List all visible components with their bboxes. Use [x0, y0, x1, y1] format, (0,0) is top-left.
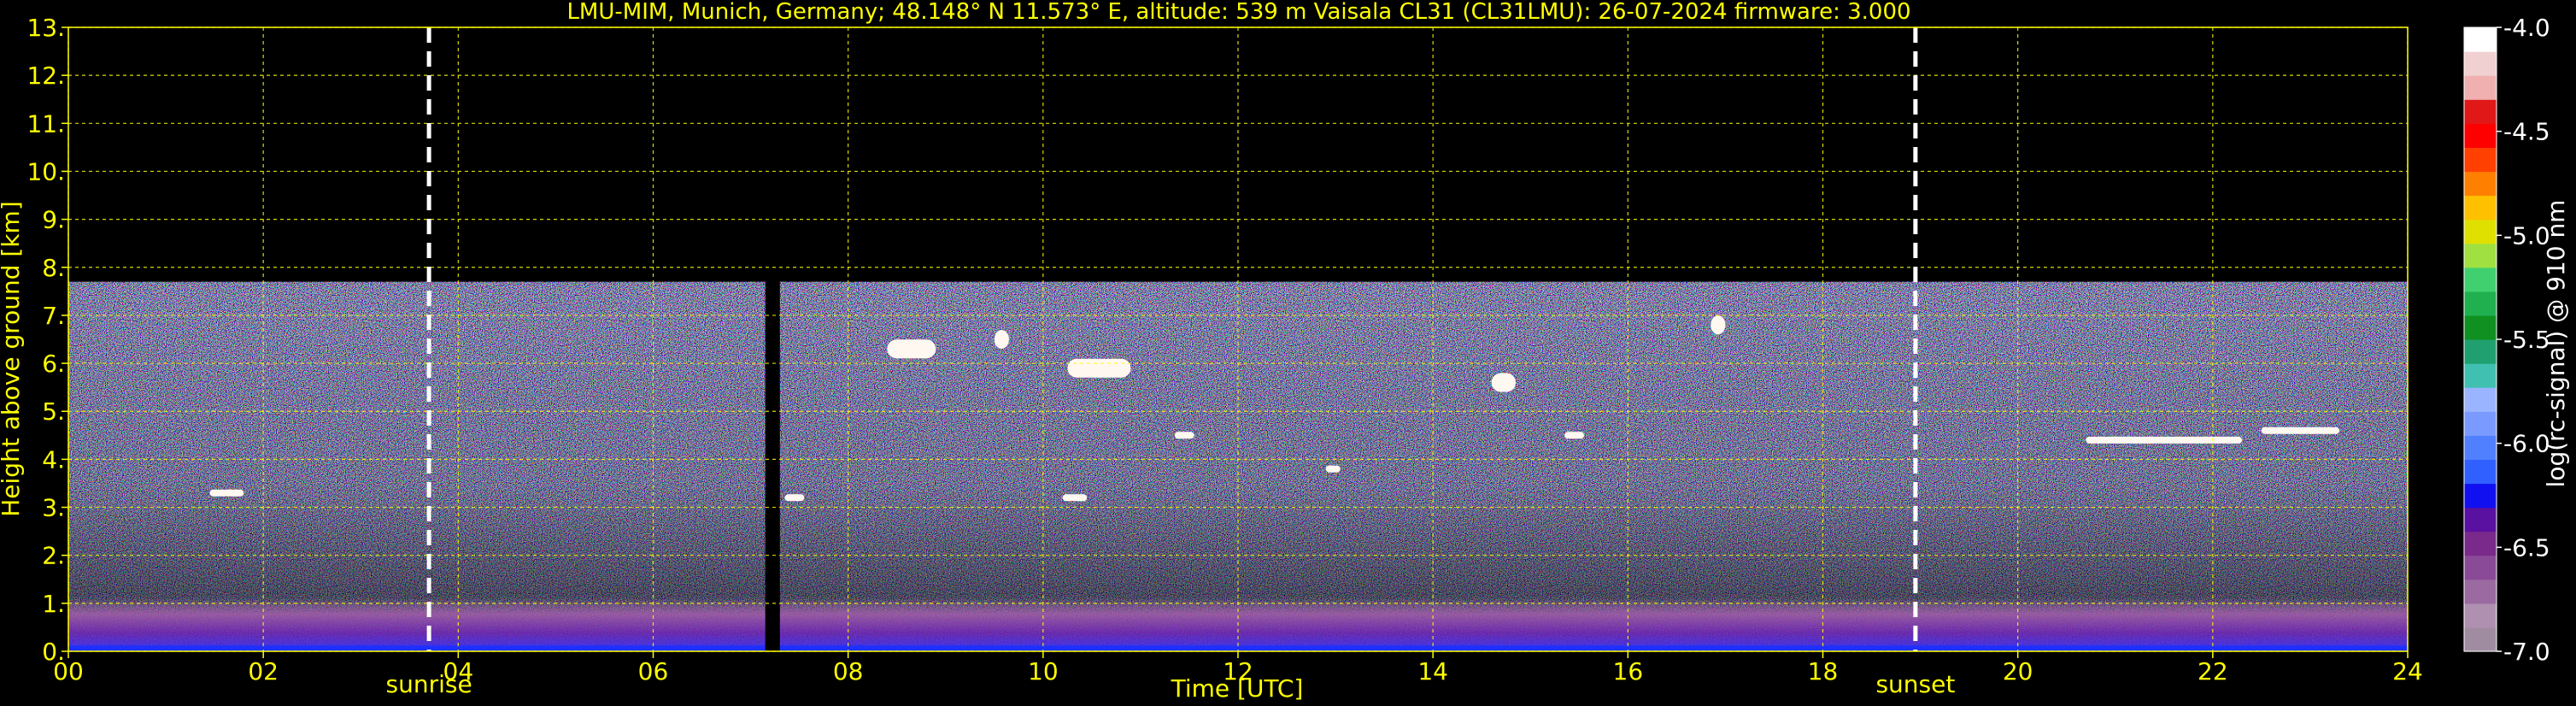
cloud-feature [2261, 427, 2340, 434]
y-tick-label: 1. [42, 590, 65, 618]
cloud-feature [1710, 315, 1726, 335]
cloud-feature [1174, 432, 1194, 439]
y-tick-label: 5. [42, 397, 65, 426]
cloud-feature [1067, 358, 1131, 378]
ceilometer-chart: LMU-MIM, Munich, Germany; 48.148° N 11.5… [0, 0, 2576, 706]
cloud-feature [887, 339, 936, 359]
x-tick-label: 08 [833, 657, 864, 685]
x-tick-label: 06 [638, 657, 669, 685]
y-tick-label: 10. [26, 157, 65, 185]
colorbar-tick-label: -4.0 [2503, 14, 2550, 42]
sunrise-label: sunrise [386, 670, 472, 698]
cloud-feature [1491, 373, 1517, 392]
cloud-feature [1564, 432, 1584, 439]
x-tick-label: 14 [1417, 657, 1448, 685]
colorbar-segment [2464, 267, 2497, 292]
colorbar-segment [2464, 363, 2497, 388]
cloud-feature [2086, 436, 2243, 444]
x-tick-label: 16 [1613, 657, 1644, 685]
colorbar-segment [2464, 123, 2497, 148]
x-tick-label: 24 [2392, 657, 2423, 685]
colorbar-segment [2464, 219, 2497, 244]
y-tick-label: 9. [42, 206, 65, 234]
colorbar-segment [2464, 507, 2497, 532]
colorbar-segment [2464, 291, 2497, 316]
colorbar-segment [2464, 603, 2497, 628]
data-gap-bar [765, 27, 780, 651]
y-tick-label: 11. [26, 109, 65, 138]
cloud-feature [784, 494, 805, 502]
y-tick-label: 0. [42, 638, 65, 666]
y-tick-label: 8. [42, 254, 65, 282]
y-tick-label: 13. [26, 14, 65, 42]
colorbar-segment [2464, 627, 2497, 652]
colorbar-segment [2464, 483, 2497, 509]
sunset-label: sunset [1875, 670, 1955, 698]
y-axis-label: Height above ground [km] [0, 201, 25, 517]
colorbar-segment [2464, 195, 2497, 221]
colorbar-segment [2464, 315, 2497, 340]
colorbar-segment [2464, 171, 2497, 197]
colorbar-tick-label: -7.0 [2503, 638, 2550, 666]
colorbar-segment [2464, 579, 2497, 604]
colorbar-segment [2464, 387, 2497, 412]
colorbar-segment [2464, 531, 2497, 556]
y-tick-label: 4. [42, 445, 65, 474]
y-tick-label: 12. [26, 62, 65, 90]
x-tick-label: 02 [248, 657, 279, 685]
colorbar-segment [2464, 75, 2497, 100]
y-tick-label: 7. [42, 302, 65, 330]
data-gap [765, 27, 780, 651]
colorbar-segment [2464, 435, 2497, 460]
colorbar-segment [2464, 27, 2497, 52]
colorbar-segment [2464, 411, 2497, 436]
cloud-feature [1062, 494, 1088, 502]
x-tick-label: 10 [1028, 657, 1059, 685]
colorbar-segment [2464, 339, 2497, 364]
x-tick-label: 22 [2198, 657, 2228, 685]
colorbar-segment [2464, 555, 2497, 580]
colorbar-segment [2464, 243, 2497, 268]
cloud-feature [1325, 465, 1341, 473]
colorbar-label: log(rc-signal) @ 910 nm [2542, 200, 2570, 488]
y-tick-label: 6. [42, 350, 65, 378]
chart-title: LMU-MIM, Munich, Germany; 48.148° N 11.5… [566, 0, 1910, 25]
colorbar-segment [2464, 459, 2497, 485]
colorbar-tick-label: -4.5 [2503, 118, 2550, 146]
cloud-feature [994, 330, 1009, 349]
colorbar-tick-label: -6.5 [2503, 533, 2550, 562]
x-tick-label: 18 [1808, 657, 1839, 685]
x-axis-label: Time [UTC] [1171, 674, 1304, 703]
colorbar-segment [2464, 147, 2497, 173]
y-tick-label: 2. [42, 542, 65, 570]
cloud-feature [209, 489, 244, 497]
x-tick-label: 20 [2003, 657, 2033, 685]
colorbar-segment [2464, 99, 2497, 124]
colorbar-segment [2464, 51, 2497, 76]
y-tick-label: 3. [42, 494, 65, 522]
plot-area [67, 26, 2409, 652]
